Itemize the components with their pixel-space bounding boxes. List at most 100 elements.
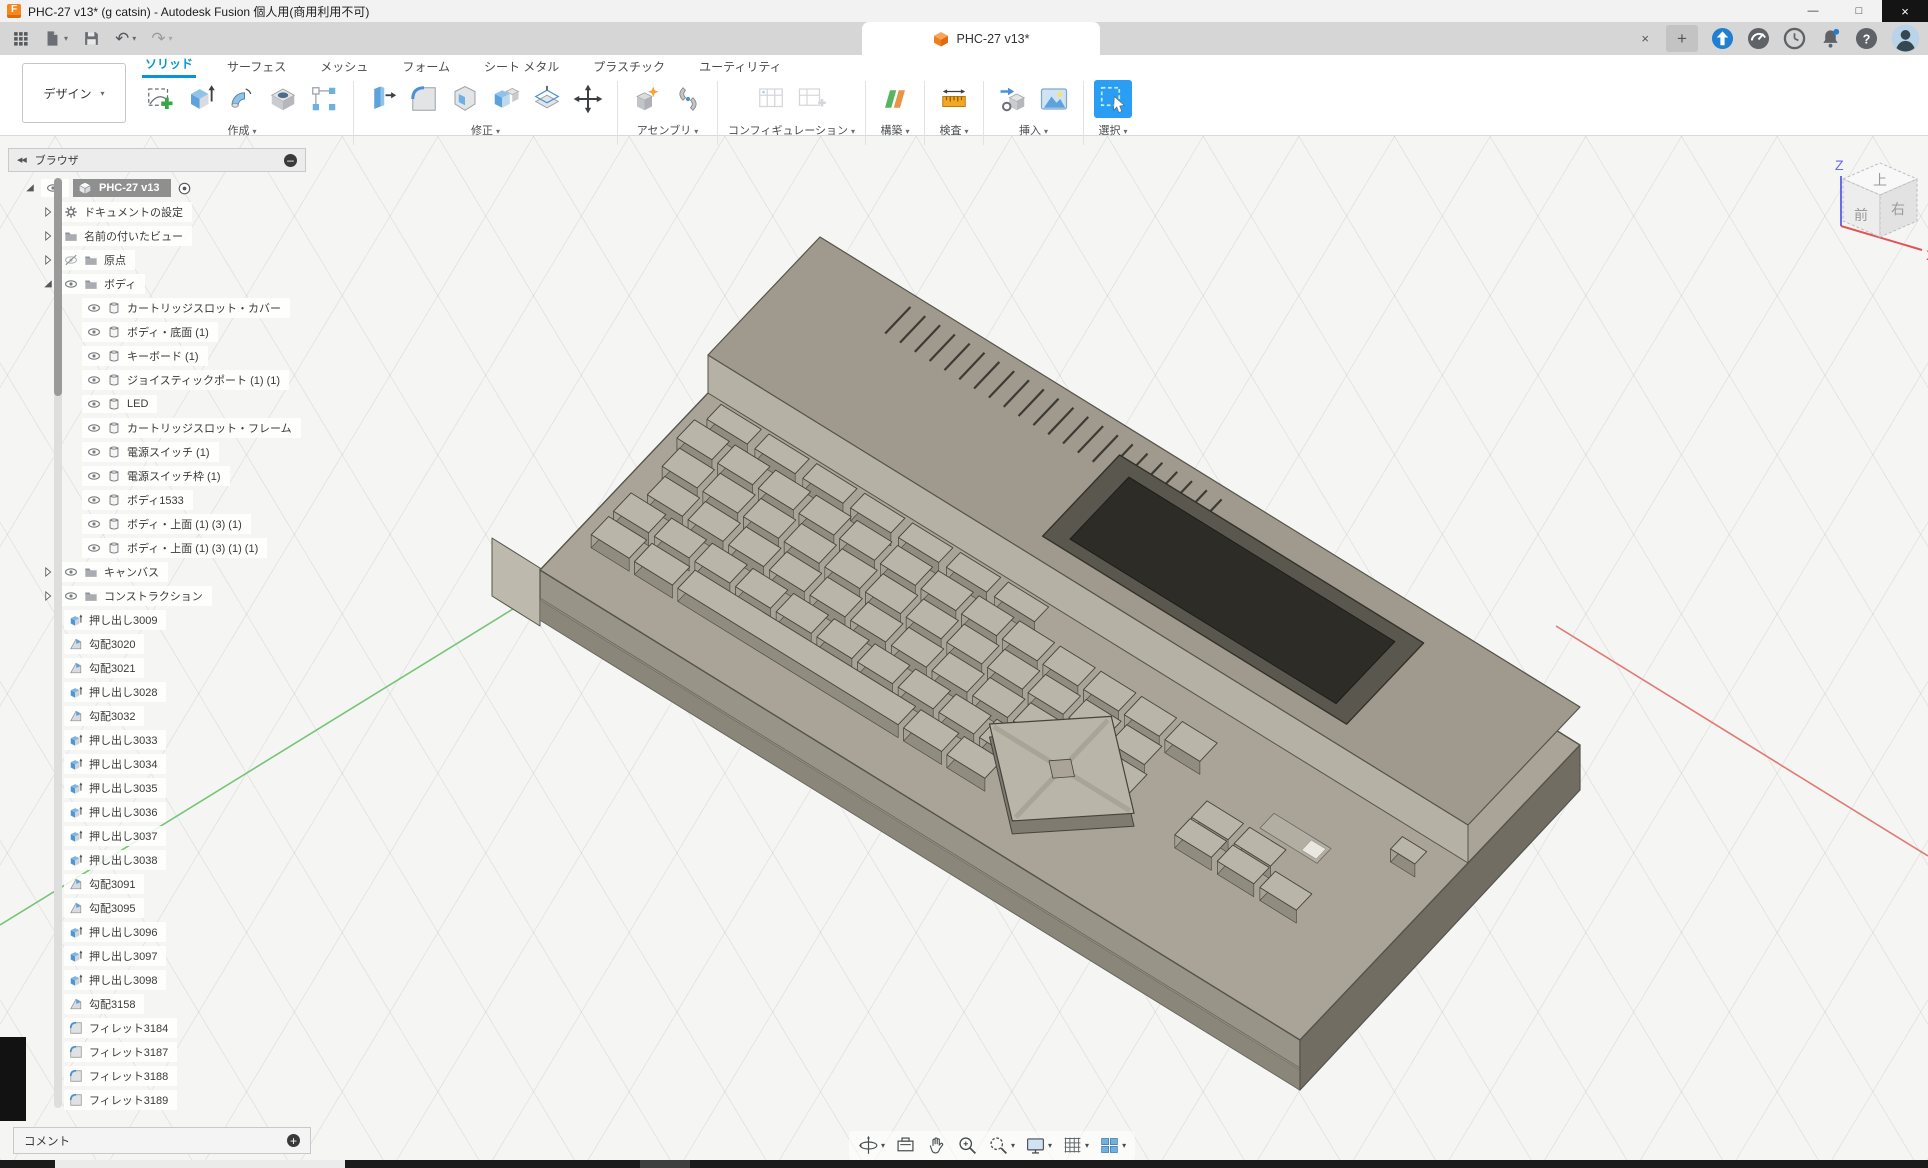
collapse-panel-icon[interactable]: ◀◀ [17,156,26,164]
history-icon[interactable] [1783,27,1806,50]
visibility-on-icon[interactable] [87,373,101,387]
shell-button[interactable] [446,80,484,118]
group-label-dropdown[interactable]: 挿入▾ [1019,122,1048,138]
grid-settings-button[interactable]: ▾ [1062,1135,1089,1156]
comment-bar[interactable]: コメント + [13,1127,311,1154]
add-comment-icon[interactable]: + [287,1134,300,1147]
new-component-button[interactable] [628,80,666,118]
hide-panel-icon[interactable]: – [284,154,297,167]
document-tab[interactable]: PHC-27 v13* [862,22,1100,55]
expand-arrow-icon[interactable] [42,206,54,218]
tab-6[interactable]: ユーティリティ [696,58,785,78]
insert-image-button[interactable] [1035,80,1073,118]
visibility-on-icon[interactable] [64,589,78,603]
save-button[interactable] [83,30,100,47]
config-table-button[interactable] [793,80,831,118]
construction-plane-button[interactable] [876,80,914,118]
close-tab-icon[interactable]: × [1637,31,1653,46]
activate-component-icon[interactable] [177,181,192,196]
visibility-on-icon[interactable] [87,421,101,435]
expand-arrow-icon[interactable] [42,230,54,242]
fillet-button[interactable] [405,80,443,118]
expand-arrow-icon[interactable] [42,590,54,602]
collapse-arrow-icon[interactable] [24,182,36,194]
tab-3[interactable]: フォーム [399,58,453,78]
titlebar: F PHC-27 v13* (g catsin) - Autodesk Fusi… [0,0,1928,22]
profile-icon[interactable] [1891,24,1920,53]
group-label-dropdown[interactable]: コンフィギュレーション▾ [728,122,855,138]
scrollbar-thumb[interactable] [54,178,62,396]
configuration-button[interactable] [752,80,790,118]
combine-button[interactable] [487,80,525,118]
help-icon[interactable] [1855,27,1878,50]
row-label: 押し出し3097 [89,948,157,964]
extrude-button[interactable] [182,80,220,118]
insert-derive-button[interactable] [994,80,1032,118]
workspace-selector[interactable]: デザイン ▾ [22,63,126,123]
hole-button[interactable] [264,80,302,118]
visibility-on-icon[interactable] [87,349,101,363]
create-sketch-button[interactable] [141,80,179,118]
visibility-on-icon[interactable] [87,301,101,315]
display-settings-button[interactable]: ▾ [1025,1135,1052,1156]
expand-arrow-icon[interactable] [42,254,54,266]
close-button[interactable]: × [1882,0,1928,22]
visibility-on-icon[interactable] [87,397,101,411]
zoom-fit-icon [988,1135,1009,1156]
sweep-button[interactable] [223,80,261,118]
visibility-on-icon[interactable] [87,325,101,339]
measure-button[interactable] [935,80,973,118]
minimize-button[interactable]: — [1790,0,1836,22]
group-label-dropdown[interactable]: 検査▾ [940,122,969,138]
select-button[interactable] [1094,80,1132,118]
visibility-on-icon[interactable] [87,493,101,507]
extensions-icon[interactable] [1711,27,1734,50]
browser-scrollbar[interactable] [54,178,62,1108]
visibility-on-icon[interactable] [87,541,101,555]
notifications-icon[interactable] [1819,27,1842,50]
offset-face-button[interactable] [528,80,566,118]
viewports-button[interactable]: ▾ [1099,1135,1126,1156]
job-status-icon[interactable] [1747,27,1770,50]
new-tab-button[interactable]: + [1666,25,1698,52]
move-button[interactable] [569,80,607,118]
row-label: 押し出し3096 [89,924,157,940]
tab-5[interactable]: プラスチック [590,58,668,78]
view-cube[interactable]: 上 前 右 Z X [1828,152,1928,270]
tab-1[interactable]: サーフェス [224,58,289,78]
group-label-dropdown[interactable]: 構築▾ [881,122,910,138]
collapse-arrow-icon[interactable] [42,278,54,290]
group-label-dropdown[interactable]: 作成▾ [227,122,256,138]
draft-icon [69,709,83,723]
visibility-on-icon[interactable] [87,517,101,531]
expand-arrow-icon[interactable] [42,566,54,578]
viewcube-face-front[interactable]: 前 [1854,207,1868,223]
viewcube-face-top[interactable]: 上 [1873,172,1887,188]
redo-button[interactable]: ↷▾ [151,30,172,47]
file-menu-button[interactable]: ▾ [44,30,68,47]
tab-2[interactable]: メッシュ [317,58,371,78]
pattern-button[interactable] [305,80,343,118]
zoom-button[interactable] [957,1135,978,1156]
group-label-dropdown[interactable]: 選択▾ [1099,122,1128,138]
chevron-down-icon: ▾ [1122,1141,1126,1150]
visibility-on-icon[interactable] [64,565,78,579]
look-at-button[interactable] [895,1135,916,1156]
undo-button[interactable]: ↶▾ [115,30,136,47]
visibility-on-icon[interactable] [87,469,101,483]
group-label-dropdown[interactable]: 修正▾ [471,122,500,138]
visibility-on-icon[interactable] [87,445,101,459]
pan-button[interactable] [926,1135,947,1156]
group-label-dropdown[interactable]: アセンブリ▾ [637,122,698,138]
viewcube-face-right[interactable]: 右 [1891,201,1905,217]
maximize-button[interactable]: □ [1836,0,1882,22]
orbit-button[interactable]: ▾ [858,1135,885,1156]
visibility-off-icon[interactable] [64,253,78,267]
joint-button[interactable] [669,80,707,118]
zoom-fit-button[interactable]: ▾ [988,1135,1015,1156]
app-launcher-button[interactable] [12,30,29,47]
tab-4[interactable]: シート メタル [481,58,562,78]
tab-solid[interactable]: ソリッド [142,55,196,78]
visibility-on-icon[interactable] [64,277,78,291]
press-pull-button[interactable] [364,80,402,118]
